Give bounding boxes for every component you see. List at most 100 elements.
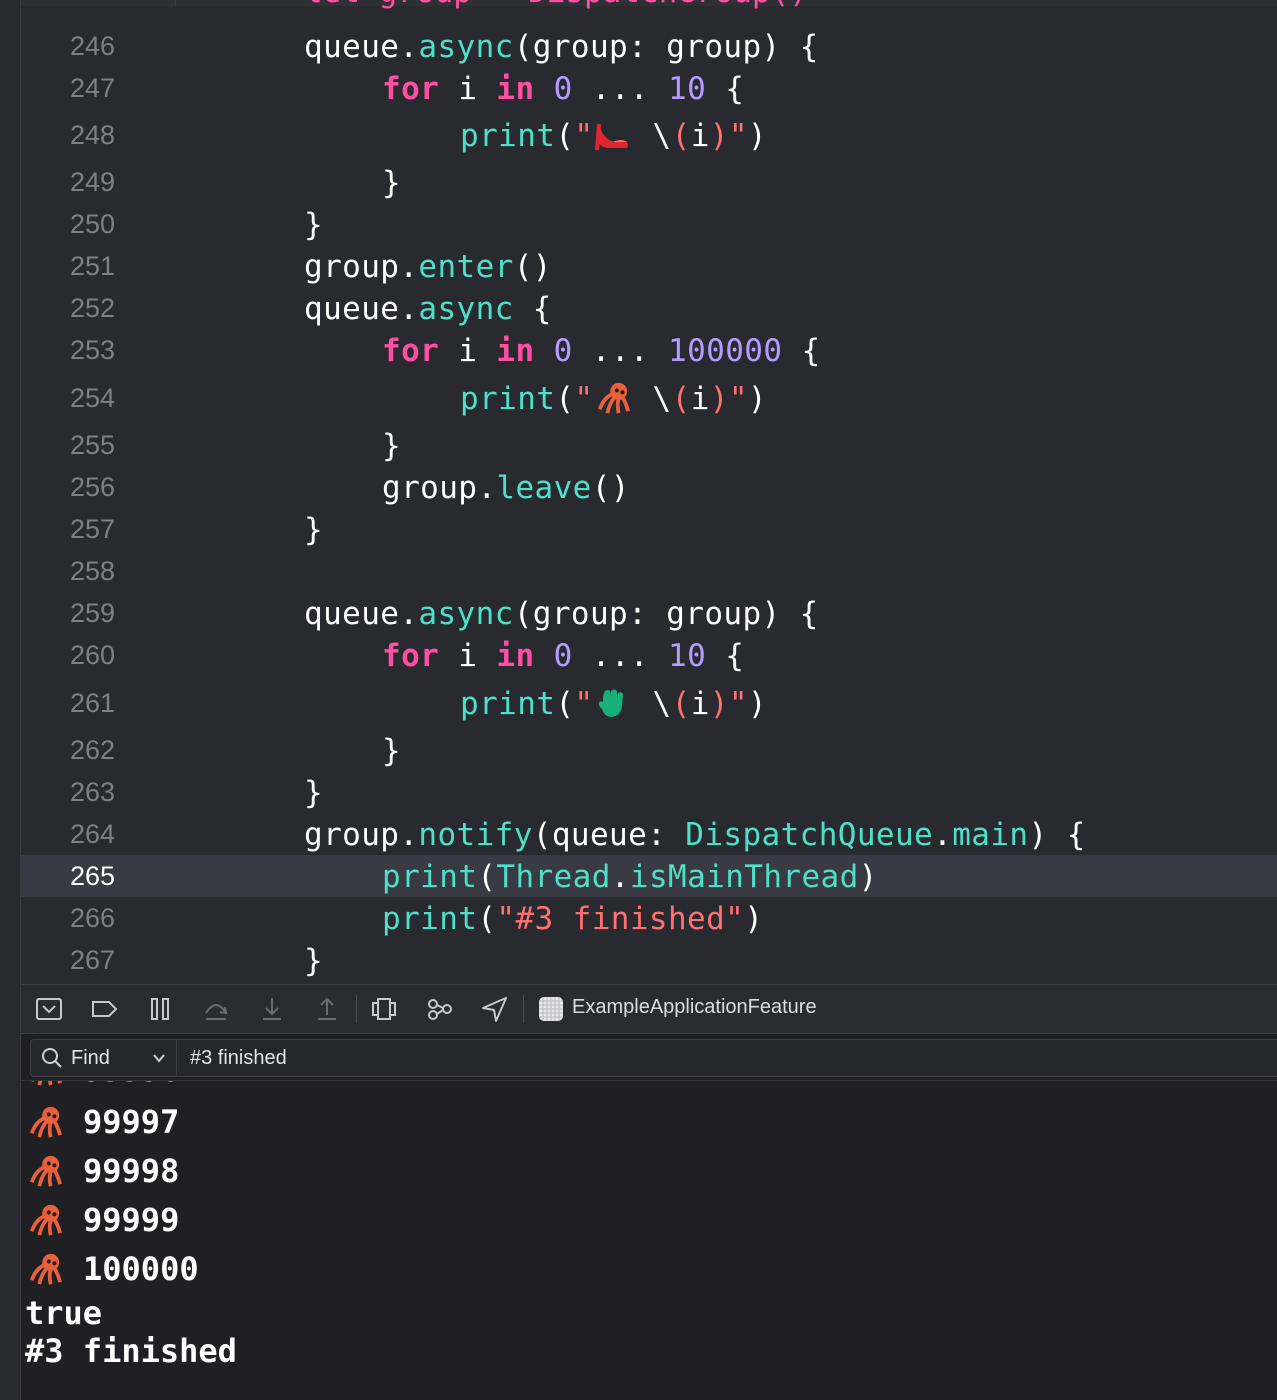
code-line-253[interactable]: 253 for i in 0 ... 100000 { xyxy=(21,329,1277,371)
code-line-259[interactable]: 259 queue.async(group: group) { xyxy=(21,592,1277,634)
line-number[interactable]: 251 xyxy=(21,251,115,282)
line-number[interactable]: 261 xyxy=(21,688,115,719)
hide-console-icon[interactable] xyxy=(34,995,64,1023)
code-token: print xyxy=(460,686,556,722)
squid-emoji xyxy=(25,1154,65,1190)
code-token: print xyxy=(460,118,556,154)
code-token: print xyxy=(460,381,556,417)
breakpoints-icon[interactable] xyxy=(89,995,119,1023)
code-token: i xyxy=(439,638,497,674)
find-mode-label[interactable]: Find xyxy=(71,1047,110,1070)
line-number[interactable]: 247 xyxy=(21,73,115,104)
console-text: 99998 xyxy=(83,1152,180,1190)
console-line: 100000 xyxy=(25,1250,199,1288)
chevron-down-icon[interactable] xyxy=(151,1050,167,1066)
code-line-258[interactable]: 258 xyxy=(21,550,1277,592)
code-line-247[interactable]: 247 for i in 0 ... 10 { xyxy=(21,67,1277,109)
squid-emoji xyxy=(25,1203,65,1239)
code-token: " xyxy=(574,381,594,417)
code-line-260[interactable]: 260 for i in 0 ... 10 { xyxy=(21,634,1277,676)
line-number[interactable]: 246 xyxy=(21,31,115,62)
code-token: async xyxy=(418,291,514,327)
line-number[interactable]: 248 xyxy=(21,120,115,151)
code-text: } xyxy=(304,207,323,243)
code-line-267[interactable]: 267} xyxy=(21,939,1277,981)
code-line-257[interactable]: 257} xyxy=(21,508,1277,550)
line-number[interactable]: 250 xyxy=(21,209,115,240)
code-token: { xyxy=(782,333,821,369)
code-line-261[interactable]: 261 print(" \(i)") xyxy=(21,682,1277,724)
step-over-icon[interactable] xyxy=(201,995,231,1023)
code-token: ( xyxy=(555,686,575,722)
squid-emoji xyxy=(593,381,633,415)
line-number[interactable]: 263 xyxy=(21,777,115,808)
console-text: 99996 xyxy=(83,1081,179,1089)
squid-emoji xyxy=(25,1252,65,1288)
code-text: } xyxy=(304,775,323,811)
line-number[interactable]: 266 xyxy=(21,903,115,934)
line-number[interactable]: 252 xyxy=(21,293,115,324)
line-number[interactable]: 259 xyxy=(21,598,115,629)
console-line: 99998 xyxy=(25,1152,179,1190)
code-line-251[interactable]: 251 group.enter() xyxy=(21,245,1277,287)
memory-graph-icon[interactable] xyxy=(425,995,455,1023)
step-into-icon[interactable] xyxy=(257,995,287,1023)
code-line-246[interactable]: 246 queue.async(group: group) { xyxy=(21,25,1277,67)
code-token: ( xyxy=(555,118,575,154)
code-line-263[interactable]: 263} xyxy=(21,771,1277,813)
code-line-256[interactable]: 256 group.leave() xyxy=(21,466,1277,508)
search-icon[interactable] xyxy=(41,1047,63,1069)
code-line-249[interactable]: 249} xyxy=(21,161,1277,203)
code-token: for xyxy=(382,71,440,107)
scheme-label[interactable]: ExampleApplicationFeature xyxy=(572,996,817,1019)
location-icon[interactable] xyxy=(480,995,510,1023)
line-number[interactable]: 264 xyxy=(21,819,115,850)
line-number[interactable]: 265 xyxy=(21,861,115,892)
line-number[interactable]: 249 xyxy=(21,167,115,198)
line-number[interactable]: 258 xyxy=(21,556,115,587)
line-number[interactable]: 257 xyxy=(21,514,115,545)
code-line-265[interactable]: 265 print(Thread.isMainThread) xyxy=(21,855,1277,897)
line-number[interactable]: 267 xyxy=(21,945,115,976)
scheme-target-icon[interactable] xyxy=(537,995,565,1023)
source-editor[interactable]: let group = DispatchGroup() 246queue.asyn… xyxy=(21,0,1277,984)
clipped-code-line: let group = DispatchGroup() xyxy=(304,0,808,10)
code-line-248[interactable]: 248 print(" \(i)") xyxy=(21,114,1277,156)
code-token: ... xyxy=(572,638,669,674)
code-token: notify xyxy=(418,817,533,853)
console-text: 100000 xyxy=(83,1250,199,1288)
code-line-266[interactable]: 266 print("#3 finished") xyxy=(21,897,1277,939)
code-line-264[interactable]: 264 group.notify(queue: DispatchQueue.mai… xyxy=(21,813,1277,855)
line-number[interactable]: 256 xyxy=(21,472,115,503)
step-out-icon[interactable] xyxy=(312,995,342,1023)
code-token: 0 xyxy=(553,333,573,369)
code-line-262[interactable]: 262} xyxy=(21,729,1277,771)
code-token: async xyxy=(418,596,514,632)
code-line-255[interactable]: 255} xyxy=(21,424,1277,466)
code-token: group. xyxy=(304,249,419,285)
find-field[interactable]: Find #3 finished xyxy=(30,1039,1277,1077)
code-token: i xyxy=(439,71,497,107)
line-number[interactable]: 260 xyxy=(21,640,115,671)
console-text: 99997 xyxy=(83,1103,180,1141)
console-text: 99999 xyxy=(83,1201,180,1239)
find-query-input[interactable]: #3 finished xyxy=(190,1047,287,1070)
debug-console-output[interactable]: 99996 99997 99998 99999 100000 true#3 finishe… xyxy=(21,1081,1277,1400)
find-divider xyxy=(176,1040,177,1076)
code-token: ... xyxy=(572,333,669,369)
line-number[interactable]: 255 xyxy=(21,430,115,461)
code-token: )" xyxy=(709,686,748,722)
code-token: for xyxy=(382,638,440,674)
code-line-252[interactable]: 252 queue.async { xyxy=(21,287,1277,329)
pause-icon[interactable] xyxy=(145,995,175,1023)
code-line-250[interactable]: 250} xyxy=(21,203,1277,245)
code-line-254[interactable]: 254 print(" \(i)") xyxy=(21,377,1277,419)
line-number[interactable]: 254 xyxy=(21,383,115,414)
view-debugger-icon[interactable] xyxy=(369,995,399,1023)
code-token: ( xyxy=(477,901,497,937)
line-number[interactable]: 253 xyxy=(21,335,115,366)
line-number[interactable]: 262 xyxy=(21,735,115,766)
code-text: print(" \(i)") xyxy=(460,118,767,154)
code-token: Thread xyxy=(496,859,611,895)
